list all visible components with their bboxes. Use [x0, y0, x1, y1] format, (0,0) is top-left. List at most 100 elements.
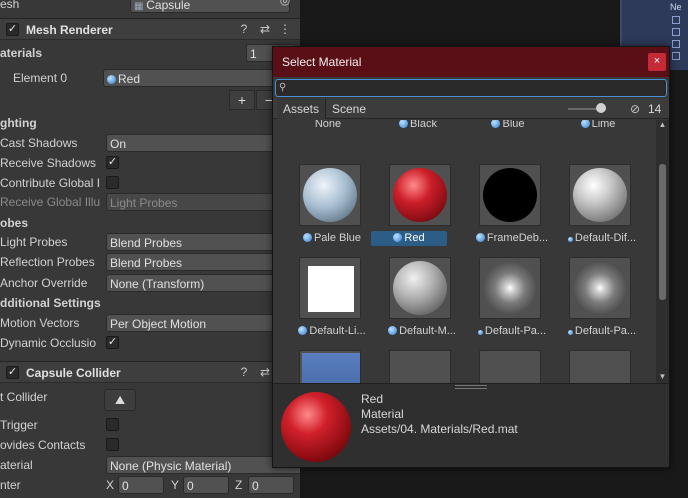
grid-item-default-particle-1[interactable]: Default-Pa...	[467, 257, 557, 347]
contribute-gi-row: Contribute Global I	[0, 173, 300, 193]
tab-scene[interactable]: Scene	[326, 99, 372, 119]
receive-shadows-row: Receive Shadows ✓	[0, 153, 300, 173]
mesh-field-value: Capsule	[146, 0, 191, 12]
capsule-collider-title: Capsule Collider	[26, 366, 121, 380]
grid-item-label-text: Default-Pa...	[484, 325, 547, 337]
search-input[interactable]: ⚲	[275, 79, 667, 97]
physic-material-field[interactable]: None (Physic Material)	[106, 456, 300, 474]
center-z-field[interactable]: 0	[248, 476, 294, 494]
hidden-items-eye-icon[interactable]: ⊘	[630, 101, 648, 117]
dynamic-occlusion-checkbox[interactable]: ✓	[106, 336, 119, 349]
grid-item-row3-3[interactable]	[467, 350, 557, 383]
object-picker-icon[interactable]: ◎	[278, 0, 292, 7]
grid-item-default-material[interactable]: Default-M...	[377, 257, 467, 347]
presets-icon[interactable]: ⇄	[258, 22, 272, 36]
edit-collider-button[interactable]: ⛰	[104, 389, 136, 411]
slider-handle[interactable]	[596, 103, 606, 113]
material-thumbnail	[569, 257, 631, 319]
center-z-label: Z	[235, 478, 243, 492]
gameobject-icon[interactable]	[672, 52, 680, 60]
material-icon	[567, 237, 573, 242]
collider-help-icon[interactable]: ?	[237, 365, 251, 379]
hierarchy-row-0[interactable]: Ne	[670, 2, 682, 13]
element0-field[interactable]: Red	[103, 69, 300, 87]
grid-item-label: Pale Blue	[287, 231, 377, 246]
trigger-row: Trigger	[0, 415, 300, 435]
lighting-section[interactable]: ghting	[0, 113, 37, 133]
reflection-probes-label: Reflection Probes	[0, 255, 95, 269]
grid-item-framedebugger[interactable]: FrameDeb...	[467, 164, 557, 254]
center-y-field[interactable]: 0	[183, 476, 229, 494]
grid-item-row3-1[interactable]	[287, 350, 377, 383]
materials-row[interactable]: aterials 1	[0, 43, 300, 63]
grid-item-red[interactable]: Red	[371, 164, 467, 254]
material-grid: None Black Blue Lime Pale Blue Red Frame…	[273, 120, 656, 383]
grid-item-none[interactable]: None	[283, 120, 373, 140]
capsule-collider-enabled-checkbox[interactable]: ✓	[6, 366, 19, 379]
scrollbar-thumb[interactable]	[659, 164, 666, 300]
preview-thumbnail	[281, 392, 351, 462]
edit-collider-label: t Collider	[0, 390, 48, 404]
collider-presets-icon[interactable]: ⇄	[258, 365, 272, 379]
cast-shadows-label: Cast Shadows	[0, 136, 78, 150]
mesh-field[interactable]: ▦ Capsule	[130, 0, 290, 13]
grid-item-row3-4[interactable]	[557, 350, 647, 383]
mesh-renderer-header[interactable]: ✓ Mesh Renderer ? ⇄ ⋮	[0, 18, 300, 40]
scroll-up-icon[interactable]: ▲	[658, 121, 667, 129]
material-thumbnail	[479, 257, 541, 319]
resize-handle[interactable]	[455, 385, 487, 389]
grid-item-blue[interactable]: Blue	[463, 120, 553, 140]
material-icon	[399, 120, 409, 128]
material-thumbnail	[299, 350, 361, 383]
material-icon	[477, 330, 483, 335]
grid-item-row3-2[interactable]	[377, 350, 467, 383]
center-x-field[interactable]: 0	[118, 476, 164, 494]
grid-scrollbar[interactable]: ▲ ▼	[656, 120, 669, 383]
material-icon	[393, 233, 403, 242]
reflection-probes-dropdown[interactable]: Blend Probes	[106, 253, 300, 271]
light-probes-dropdown[interactable]: Blend Probes	[106, 233, 300, 251]
mesh-icon: ▦	[134, 1, 147, 12]
more-menu-icon[interactable]: ⋮	[278, 22, 292, 36]
gameobject-icon[interactable]	[672, 16, 680, 24]
grid-item-default-particle-2[interactable]: Default-Pa...	[557, 257, 647, 347]
physic-material-row: aterial None (Physic Material)	[0, 455, 300, 475]
grid-item-default-diffuse[interactable]: Default-Dif...	[557, 164, 647, 254]
close-button[interactable]: ×	[648, 53, 666, 71]
contribute-gi-checkbox[interactable]	[106, 176, 119, 189]
add-element-button[interactable]: +	[229, 90, 255, 110]
list-controls-row: + −	[0, 90, 300, 110]
material-thumbnail	[479, 164, 541, 226]
material-thumbnail	[569, 350, 631, 383]
scroll-down-icon[interactable]: ▼	[658, 373, 667, 381]
grid-item-lime[interactable]: Lime	[553, 120, 643, 140]
provides-contacts-checkbox[interactable]	[106, 438, 119, 451]
grid-item-label: Lime	[553, 120, 643, 132]
grid-item-label: Default-Dif...	[557, 231, 647, 246]
gameobject-icon[interactable]	[672, 40, 680, 48]
probes-section[interactable]: obes	[0, 213, 28, 233]
cast-shadows-dropdown[interactable]: On	[106, 134, 300, 152]
anchor-override-field[interactable]: None (Transform)	[106, 274, 300, 292]
grid-item-pale-blue[interactable]: Pale Blue	[287, 164, 377, 254]
receive-shadows-checkbox[interactable]: ✓	[106, 156, 119, 169]
select-material-window: Select Material × ⚲ Assets Scene ⊘ 14 No…	[272, 46, 670, 468]
grid-item-black[interactable]: Black	[373, 120, 463, 140]
receive-gi-dropdown: Light Probes	[106, 193, 300, 211]
center-x-label: X	[106, 478, 115, 492]
close-icon: ×	[653, 55, 661, 67]
material-icon	[107, 75, 116, 84]
window-title-bar[interactable]: Select Material ×	[273, 47, 669, 77]
materials-label: aterials	[0, 46, 43, 60]
additional-settings-section[interactable]: dditional Settings	[0, 293, 101, 313]
inspector-panel: esh ▦ Capsule ◎ ✓ Mesh Renderer ? ⇄ ⋮ at…	[0, 0, 300, 498]
gameobject-icon[interactable]	[672, 28, 680, 36]
mesh-renderer-enabled-checkbox[interactable]: ✓	[6, 23, 19, 36]
help-icon[interactable]: ?	[237, 22, 251, 36]
trigger-checkbox[interactable]	[106, 418, 119, 431]
tab-bar: Assets Scene ⊘ 14	[273, 99, 669, 119]
capsule-collider-header[interactable]: ✓ Capsule Collider ? ⇄	[0, 361, 300, 383]
tab-assets[interactable]: Assets	[277, 99, 327, 119]
motion-vectors-dropdown[interactable]: Per Object Motion	[106, 314, 300, 332]
grid-item-default-line[interactable]: Default-Li...	[287, 257, 377, 347]
